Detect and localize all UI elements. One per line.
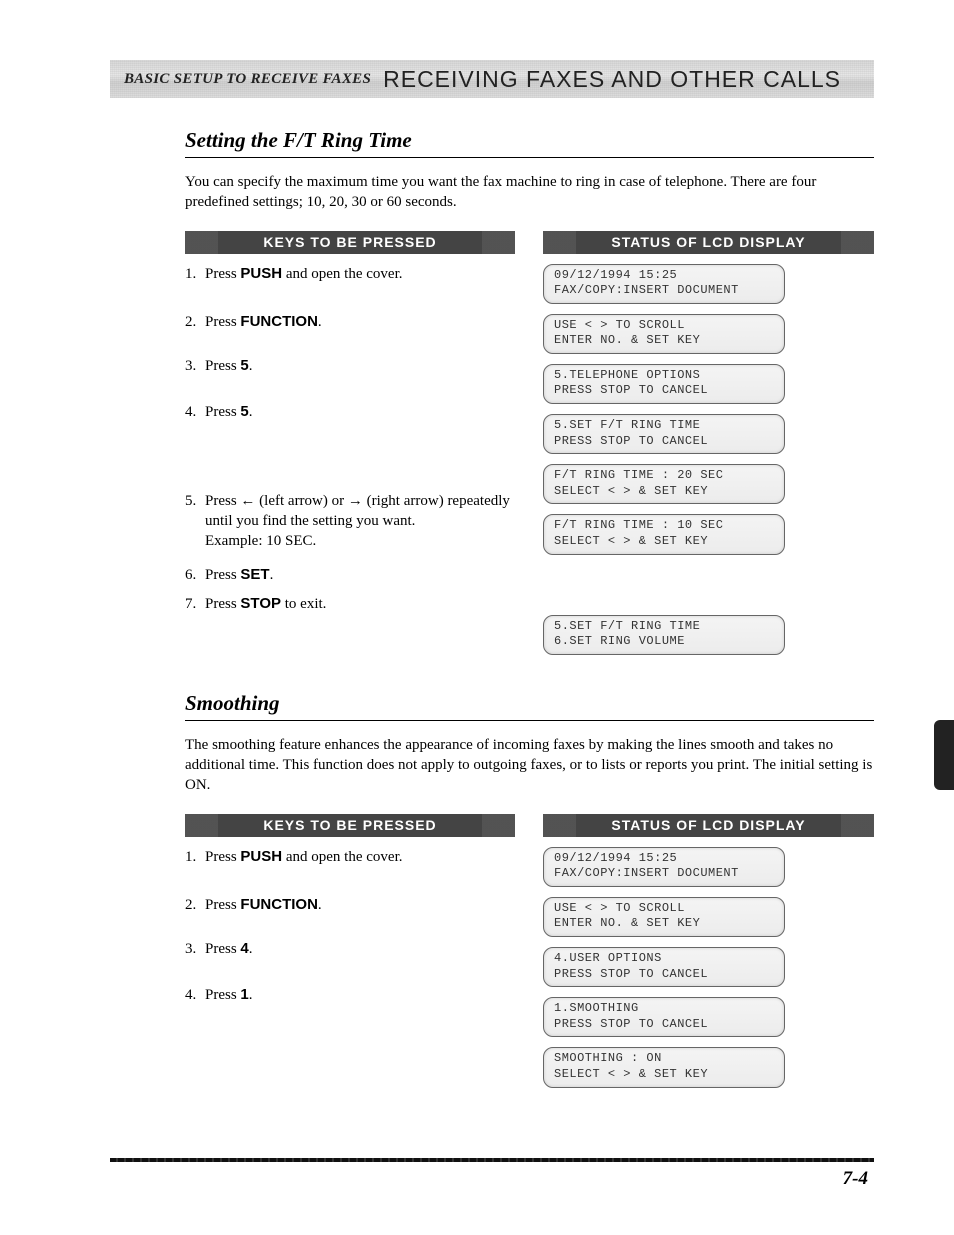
lcd-display: 5.TELEPHONE OPTIONS PRESS STOP TO CANCEL (543, 364, 785, 404)
lcd-line: ENTER NO. & SET KEY (554, 916, 774, 932)
left-arrow-icon: ← (240, 492, 255, 509)
lcd-display: F/T RING TIME : 20 SEC SELECT < > & SET … (543, 464, 785, 504)
lcd-line: 6.SET RING VOLUME (554, 634, 774, 650)
section2-title: Smoothing (185, 691, 874, 721)
step-text: Press PUSH and open the cover. (205, 847, 515, 867)
step-text: Press FUNCTION. (205, 312, 515, 332)
banner-left-text: BASIC SETUP TO RECEIVE FAXES (124, 71, 371, 88)
lcd-display: 4.USER OPTIONS PRESS STOP TO CANCEL (543, 947, 785, 987)
step-number: 6. (185, 565, 205, 585)
lcd-line: 5.SET F/T RING TIME (554, 418, 774, 434)
lcd-line: USE < > TO SCROLL (554, 901, 774, 917)
step-item: 2. Press FUNCTION. (185, 312, 515, 332)
section1-intro: You can specify the maximum time you wan… (185, 172, 874, 213)
step-text: Press PUSH and open the cover. (205, 264, 515, 284)
lcd-display: 09/12/1994 15:25 FAX/COPY:INSERT DOCUMEN… (543, 847, 785, 887)
lcd-line: PRESS STOP TO CANCEL (554, 434, 774, 450)
page-edge-tab (934, 720, 954, 790)
step-text: Press 4. (205, 939, 515, 959)
lcd-header-1: STATUS OF LCD DISPLAY (543, 231, 874, 254)
step-text: Press 5. (205, 356, 515, 376)
step-item: 1. Press PUSH and open the cover. (185, 264, 515, 284)
step-text: Press 5. (205, 402, 515, 422)
lcd-line: FAX/COPY:INSERT DOCUMENT (554, 283, 774, 299)
lcd-display: 1.SMOOTHING PRESS STOP TO CANCEL (543, 997, 785, 1037)
page-number: 7-4 (110, 1168, 874, 1190)
lcd-line: 09/12/1994 15:25 (554, 851, 774, 867)
step-item: 4. Press 5. (185, 402, 515, 422)
step-number: 2. (185, 895, 205, 915)
lcd-display: 5.SET F/T RING TIME 6.SET RING VOLUME (543, 615, 785, 655)
step-item: 3. Press 4. (185, 939, 515, 959)
step-item: 3. Press 5. (185, 356, 515, 376)
lcd-line: PRESS STOP TO CANCEL (554, 1017, 774, 1033)
lcd-line: SMOOTHING : ON (554, 1051, 774, 1067)
lcd-line: FAX/COPY:INSERT DOCUMENT (554, 866, 774, 882)
keys-header-1: KEYS TO BE PRESSED (185, 231, 515, 254)
footer-rule (110, 1158, 874, 1162)
step-item: 5. Press ← (left arrow) or → (right arro… (185, 491, 515, 552)
lcd-display: F/T RING TIME : 10 SEC SELECT < > & SET … (543, 514, 785, 554)
step-number: 7. (185, 594, 205, 614)
lcd-display: 09/12/1994 15:25 FAX/COPY:INSERT DOCUMEN… (543, 264, 785, 304)
step-text: Press STOP to exit. (205, 594, 515, 614)
step-number: 1. (185, 847, 205, 867)
step-number: 4. (185, 985, 205, 1005)
step-item: 2. Press FUNCTION. (185, 895, 515, 915)
keys-header-2: KEYS TO BE PRESSED (185, 814, 515, 837)
right-arrow-icon: → (348, 492, 363, 509)
lcd-line: PRESS STOP TO CANCEL (554, 967, 774, 983)
step-number: 5. (185, 491, 205, 552)
lcd-line: F/T RING TIME : 10 SEC (554, 518, 774, 534)
step-item: 1. Press PUSH and open the cover. (185, 847, 515, 867)
lcd-line: 5.TELEPHONE OPTIONS (554, 368, 774, 384)
step-text: Press ← (left arrow) or → (right arrow) … (205, 491, 515, 552)
lcd-display: USE < > TO SCROLL ENTER NO. & SET KEY (543, 314, 785, 354)
lcd-display: 5.SET F/T RING TIME PRESS STOP TO CANCEL (543, 414, 785, 454)
step-text: Press SET. (205, 565, 515, 585)
step-text: Press FUNCTION. (205, 895, 515, 915)
lcd-line: F/T RING TIME : 20 SEC (554, 468, 774, 484)
step-number: 3. (185, 356, 205, 376)
step-text: Press 1. (205, 985, 515, 1005)
lcd-line: 1.SMOOTHING (554, 1001, 774, 1017)
section2-intro: The smoothing feature enhances the appea… (185, 735, 874, 796)
step-number: 2. (185, 312, 205, 332)
lcd-line: SELECT < > & SET KEY (554, 534, 774, 550)
banner-right-text: RECEIVING FAXES AND OTHER CALLS (383, 66, 841, 93)
section1-title: Setting the F/T Ring Time (185, 128, 874, 158)
page-banner: BASIC SETUP TO RECEIVE FAXES RECEIVING F… (110, 60, 874, 98)
lcd-line: PRESS STOP TO CANCEL (554, 383, 774, 399)
lcd-line: 4.USER OPTIONS (554, 951, 774, 967)
step-item: 7. Press STOP to exit. (185, 594, 515, 614)
step-item: 6. Press SET. (185, 565, 515, 585)
step-item: 4. Press 1. (185, 985, 515, 1005)
lcd-line: 09/12/1994 15:25 (554, 268, 774, 284)
lcd-display: SMOOTHING : ON SELECT < > & SET KEY (543, 1047, 785, 1087)
lcd-line: USE < > TO SCROLL (554, 318, 774, 334)
lcd-line: SELECT < > & SET KEY (554, 1067, 774, 1083)
lcd-line: ENTER NO. & SET KEY (554, 333, 774, 349)
lcd-line: SELECT < > & SET KEY (554, 484, 774, 500)
step-number: 3. (185, 939, 205, 959)
lcd-header-2: STATUS OF LCD DISPLAY (543, 814, 874, 837)
lcd-line: 5.SET F/T RING TIME (554, 619, 774, 635)
step-number: 1. (185, 264, 205, 284)
step-number: 4. (185, 402, 205, 422)
lcd-display: USE < > TO SCROLL ENTER NO. & SET KEY (543, 897, 785, 937)
